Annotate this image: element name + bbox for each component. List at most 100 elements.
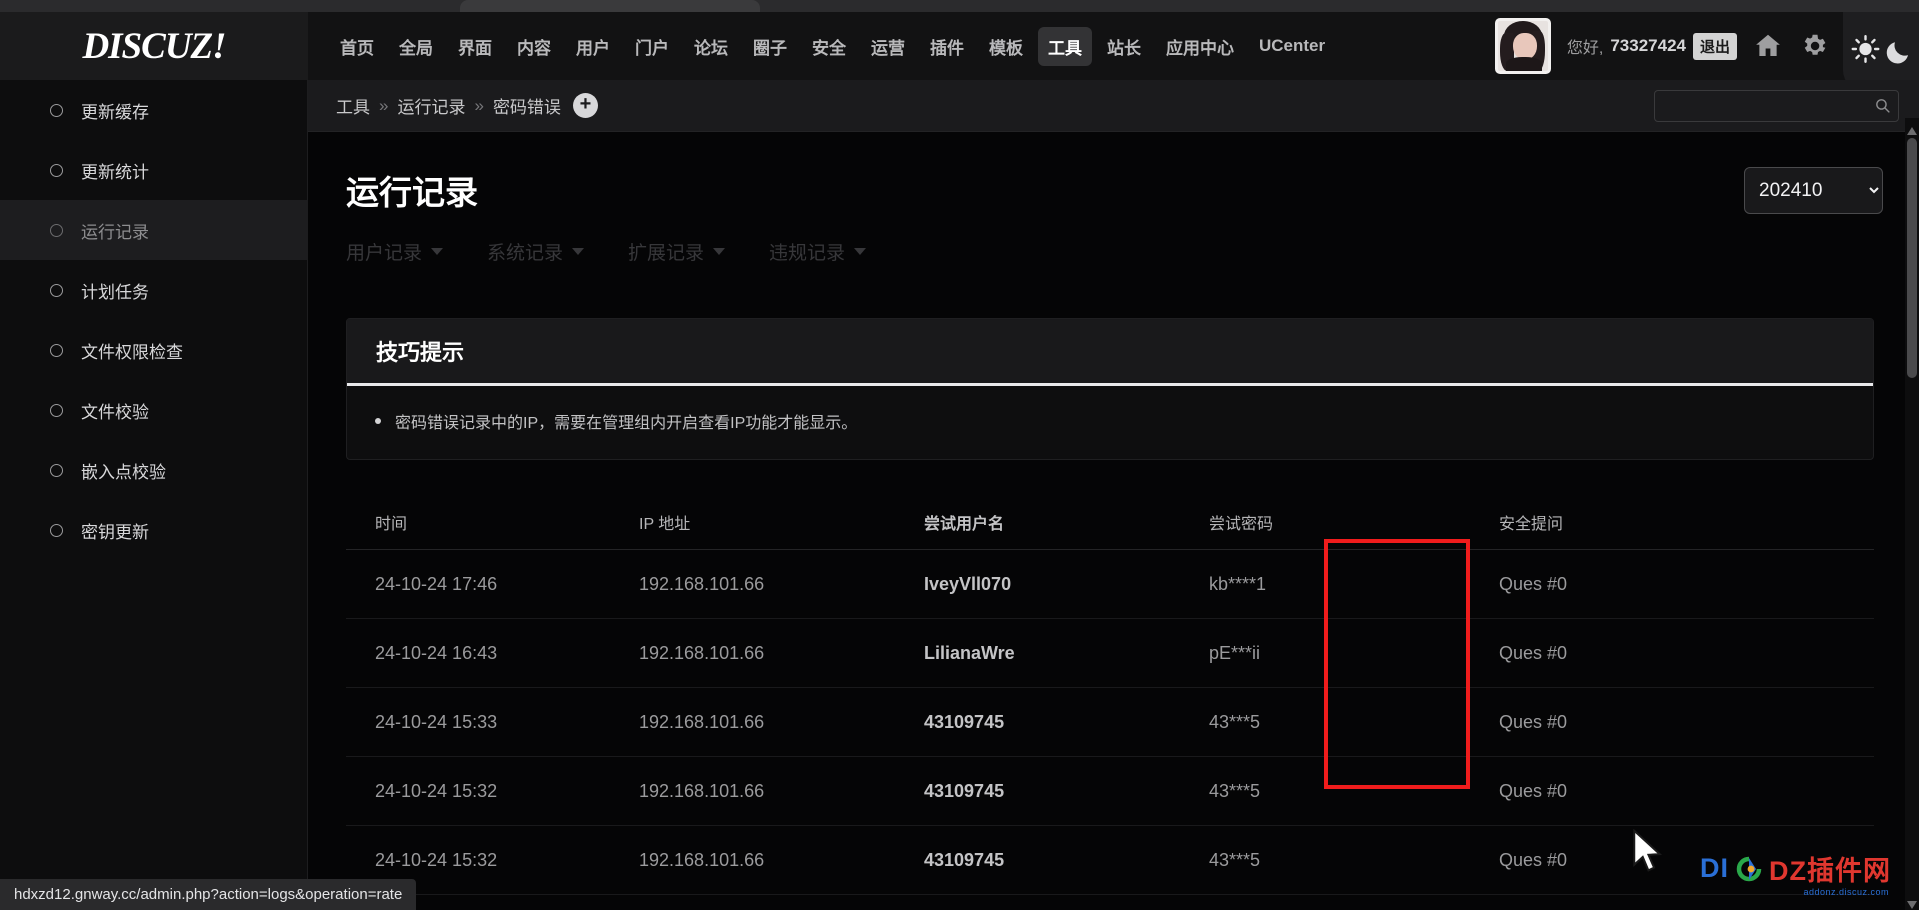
circle-bullet-icon xyxy=(50,463,63,477)
table-row[interactable]: 24-10-24 15:33 192.168.101.66 43109745 43**… xyxy=(346,688,1874,757)
filter-tab-3[interactable]: 违规记录 xyxy=(769,238,867,265)
watermark-sub-text: addonz.discuz.com xyxy=(1803,887,1889,897)
sidebar-item-label: 密钥更新 xyxy=(81,522,149,542)
filter-tab-label: 用户记录 xyxy=(346,243,423,264)
nav-item-9[interactable]: 运营 xyxy=(861,27,915,66)
table-cell-username: IveyVll070 xyxy=(924,573,1012,594)
avatar[interactable] xyxy=(1494,18,1551,74)
table-cell-password: kb****1 xyxy=(1209,573,1267,594)
app-header: DISCUZ! 首页 全局 界面 内容 用户 门户 论坛 圈子 安全 运营 插件 模板 工具 站长 应用中心… xyxy=(0,12,1919,92)
nav-item-3[interactable]: 内容 xyxy=(507,27,561,66)
sidebar-item-7[interactable]: 密钥更新 xyxy=(0,500,307,560)
nav-item-15[interactable]: UCenter xyxy=(1249,29,1335,63)
table-cell-ip: 192.168.101.66 xyxy=(639,573,765,594)
breadcrumb-bar: 工具 » 运行记录 » 密码错误 + xyxy=(308,80,1919,132)
table-cell-username: 43109745 xyxy=(924,849,1005,870)
main-nav: 首页 全局 界面 内容 用户 门户 论坛 圈子 安全 运营 插件 模板 工具 站长 应用中心 UCenter xyxy=(308,12,1335,80)
table-row[interactable]: 24-10-24 15:32 192.168.101.66 43109745 43**… xyxy=(346,757,1874,826)
sidebar-item-2[interactable]: 运行记录 xyxy=(0,200,307,260)
sidebar-item-label: 嵌入点校验 xyxy=(81,462,166,482)
status-bar-url-text: hdxzd12.gnway.cc/admin.php?action=logs&o… xyxy=(14,886,403,903)
account-greeting: 您好, 73327424 退出 xyxy=(1566,32,1737,60)
nav-item-11[interactable]: 模板 xyxy=(979,27,1033,66)
nav-item-14[interactable]: 应用中心 xyxy=(1156,27,1244,66)
table-cell-password: 43***5 xyxy=(1209,711,1261,732)
sidebar-item-1[interactable]: 更新统计 xyxy=(0,140,307,200)
period-select[interactable]: 202410 xyxy=(1744,166,1883,214)
nav-item-10[interactable]: 插件 xyxy=(920,27,974,66)
table-row[interactable]: 24-10-24 17:46 192.168.101.66 IveyVll070 kb… xyxy=(346,550,1874,619)
filter-tab-label: 违规记录 xyxy=(769,243,846,264)
sidebar-item-6[interactable]: 嵌入点校验 xyxy=(0,440,307,500)
greeting-text: 您好, xyxy=(1566,40,1604,57)
sidebar-item-4[interactable]: 文件权限检查 xyxy=(0,320,307,380)
circle-bullet-icon xyxy=(50,163,63,177)
watermark-text-part1: DI xyxy=(1700,853,1729,883)
brand-logo[interactable]: DISCUZ! xyxy=(0,12,308,80)
scroll-up-arrow-icon[interactable] xyxy=(1907,122,1917,135)
filter-tab-0[interactable]: 用户记录 xyxy=(346,238,444,265)
breadcrumb-item-2[interactable]: 密码错误 xyxy=(493,93,561,118)
sidebar-item-5[interactable]: 文件校验 xyxy=(0,380,307,440)
account-username: 73327424 xyxy=(1610,36,1686,55)
logout-button[interactable]: 退出 xyxy=(1692,32,1737,60)
filter-tab-label: 系统记录 xyxy=(487,243,564,264)
page-title-row: 运行记录 202410 xyxy=(308,132,1919,214)
watermark-subtext: addonz.discuz.com xyxy=(1803,882,1889,900)
gear-icon[interactable] xyxy=(1799,31,1829,61)
table-cell-username: 43109745 xyxy=(924,780,1005,801)
nav-item-7[interactable]: 圈子 xyxy=(743,27,797,66)
table-column-header-4: 安全提问 xyxy=(1499,515,1564,533)
tips-card-header: 技巧提示 xyxy=(347,319,1873,386)
filter-tab-2[interactable]: 扩展记录 xyxy=(628,238,726,265)
table-cell-question: Ques #0 xyxy=(1499,711,1568,732)
nav-item-5[interactable]: 门户 xyxy=(625,27,679,66)
search-box xyxy=(1654,89,1899,122)
app-window: DISCUZ! 首页 全局 界面 内容 用户 门户 论坛 圈子 安全 运营 插件 模板 工具 站长 应用中心… xyxy=(0,0,1919,910)
browser-chrome-strip xyxy=(0,0,1919,12)
page-scrollbar[interactable] xyxy=(1905,118,1919,910)
nav-item-1[interactable]: 全局 xyxy=(389,27,443,66)
circle-bullet-icon xyxy=(50,103,63,117)
browser-tab[interactable] xyxy=(460,0,760,12)
circle-bullet-icon xyxy=(50,523,63,537)
breadcrumb-separator: » xyxy=(474,95,484,115)
breadcrumb-item-1[interactable]: 运行记录 xyxy=(397,93,465,118)
scrollbar-thumb[interactable] xyxy=(1907,138,1917,378)
table-cell-time: 24-10-24 15:32 xyxy=(375,780,498,801)
chevron-down-icon xyxy=(854,248,867,255)
scroll-down-arrow-icon[interactable] xyxy=(1907,896,1917,909)
tips-card-body: 密码错误记录中的IP，需要在管理组内开启查看IP功能才能显示。 xyxy=(347,386,1873,459)
table-cell-ip: 192.168.101.66 xyxy=(639,780,765,801)
table-row[interactable]: 24-10-24 16:43 192.168.101.66 LilianaWre pE… xyxy=(346,619,1874,688)
nav-item-12[interactable]: 工具 xyxy=(1038,26,1092,66)
add-shortcut-button[interactable]: + xyxy=(572,93,598,118)
main-content: 工具 » 运行记录 » 密码错误 + 运行记录 202410 用户记录 系统记录 扩展记录 违… xyxy=(308,80,1919,910)
watermark-logo-icon xyxy=(1736,856,1762,881)
home-icon[interactable] xyxy=(1753,31,1783,61)
tips-card-title: 技巧提示 xyxy=(376,340,465,365)
breadcrumb-item-0[interactable]: 工具 xyxy=(336,93,370,118)
tips-card: 技巧提示 密码错误记录中的IP，需要在管理组内开启查看IP功能才能显示。 xyxy=(346,318,1874,460)
search-input[interactable] xyxy=(1654,89,1899,122)
sidebar-item-0[interactable]: 更新缓存 xyxy=(0,80,307,140)
table-cell-ip: 192.168.101.66 xyxy=(639,849,765,870)
table-cell-username: 43109745 xyxy=(924,711,1005,732)
nav-item-4[interactable]: 用户 xyxy=(566,27,620,66)
sidebar-item-label: 文件权限检查 xyxy=(81,342,183,362)
table-column-header-2: 尝试用户名 xyxy=(924,515,1005,533)
nav-item-2[interactable]: 界面 xyxy=(448,27,502,66)
table-header-row: 时间 IP 地址 尝试用户名 尝试密码 安全提问 xyxy=(346,494,1874,550)
bullet-icon xyxy=(375,418,381,424)
table-cell-time: 24-10-24 16:43 xyxy=(375,642,498,663)
filter-tab-1[interactable]: 系统记录 xyxy=(487,238,585,265)
nav-item-6[interactable]: 论坛 xyxy=(684,27,738,66)
sidebar-item-label: 更新统计 xyxy=(81,162,149,182)
nav-item-13[interactable]: 站长 xyxy=(1097,27,1151,66)
brand-logo-text: DISCUZ! xyxy=(82,25,226,67)
table-cell-password: pE***ii xyxy=(1209,642,1261,663)
nav-item-0[interactable]: 首页 xyxy=(330,27,384,66)
sidebar-item-3[interactable]: 计划任务 xyxy=(0,260,307,320)
nav-item-8[interactable]: 安全 xyxy=(802,27,856,66)
tip-text: 密码错误记录中的IP，需要在管理组内开启查看IP功能才能显示。 xyxy=(395,415,858,432)
